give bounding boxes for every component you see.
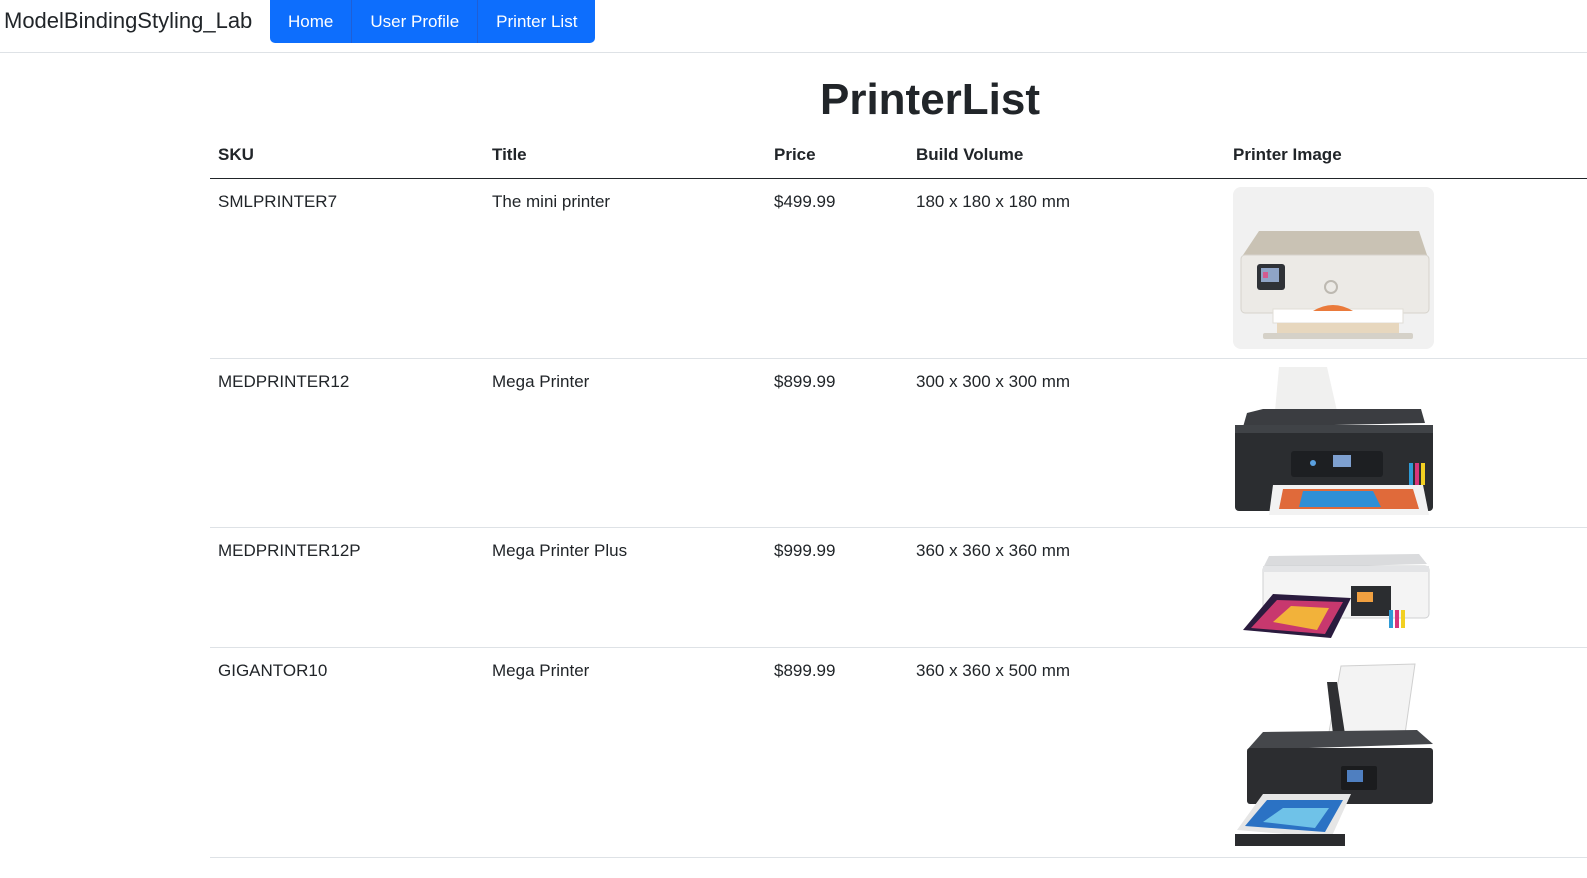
cell-title: Mega Printer [492,372,590,391]
cell-sku: GIGANTOR10 [218,661,328,680]
table-row: GIGANTOR10 Mega Printer $899.99 360 x 36… [210,648,1587,858]
page-title: PrinterList [819,75,1041,124]
nav-link-user-profile[interactable]: User Profile [351,0,478,43]
nav-links: Home User Profile Printer List [270,0,596,43]
table-row: MEDPRINTER12P Mega Printer Plus $999.99 … [210,528,1587,648]
cell-price: $999.99 [774,541,836,560]
cell-title: Mega Printer [492,661,590,680]
table-row: MEDPRINTER12 Mega Printer $899.99 300 x … [210,359,1587,528]
cell-build-volume: 360 x 360 x 360 mm [916,541,1071,560]
header-title: Title [492,145,527,164]
cell-sku: MEDPRINTER12 [218,372,350,391]
printer-image-epson-photo [1233,550,1435,640]
nav-link-home[interactable]: Home [270,0,352,43]
cell-price: $899.99 [774,661,836,680]
cell-price: $499.99 [774,192,836,211]
header-printer-image: Printer Image [1233,145,1342,164]
cell-sku: SMLPRINTER7 [218,192,338,211]
cell-build-volume: 300 x 300 x 300 mm [916,372,1071,391]
navbar-brand[interactable]: ModelBindingStyling_Lab [4,8,252,34]
printer-image-canon-pixma [1233,662,1435,850]
cell-sku: MEDPRINTER12P [218,541,361,560]
header-price: Price [774,145,816,164]
cell-price: $899.99 [774,372,836,391]
cell-build-volume: 360 x 360 x 500 mm [916,661,1071,680]
cell-title: The mini printer [492,192,611,211]
printer-image-epson-ecotank [1233,367,1435,519]
printer-image-hp-envy [1233,187,1434,349]
table-row: SMLPRINTER7 The mini printer $499.99 180… [210,179,1587,359]
navbar: ModelBindingStyling_Lab Home User Profil… [0,0,1587,53]
cell-build-volume: 180 x 180 x 180 mm [916,192,1071,211]
cell-title: Mega Printer Plus [492,541,628,560]
table-header: SKU Title Price Build Volume Printer Ima… [210,134,1587,179]
header-build-volume: Build Volume [916,145,1024,164]
printer-table: SKU Title Price Build Volume Printer Ima… [210,134,1587,858]
nav-link-printer-list[interactable]: Printer List [477,0,596,43]
header-sku: SKU [218,145,254,164]
